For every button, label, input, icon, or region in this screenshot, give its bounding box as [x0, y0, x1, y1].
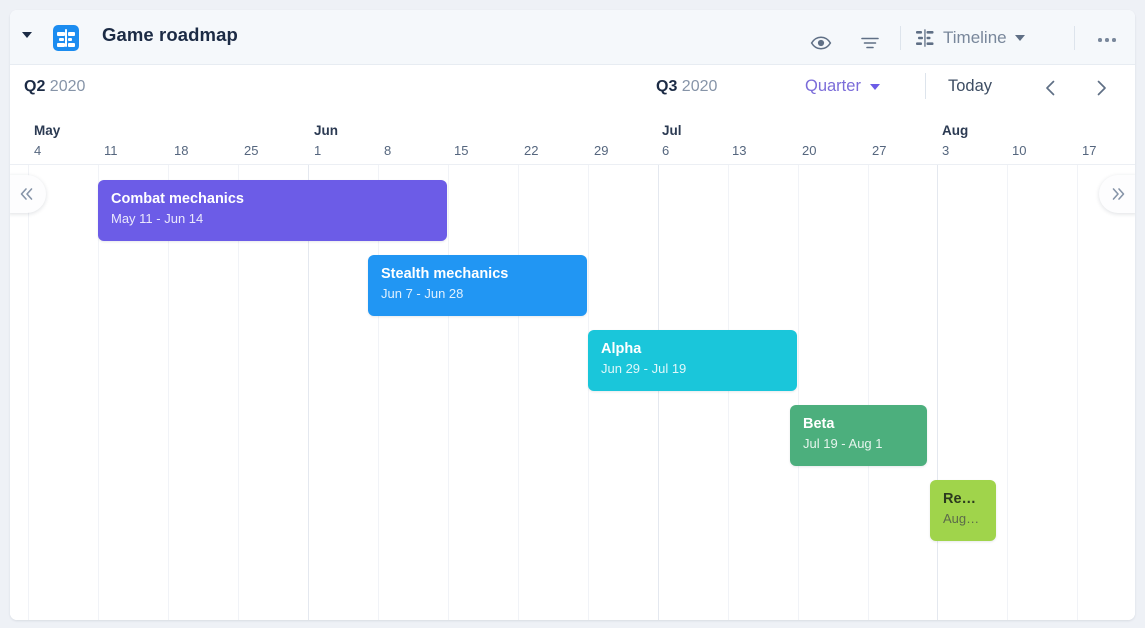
q3-quarter-text: Q3 — [656, 78, 678, 95]
next-period-button[interactable] — [1090, 77, 1112, 99]
timeline-app-logo-icon[interactable] — [53, 25, 79, 51]
week-gridline — [1077, 165, 1078, 620]
scale-day-label: 1 — [314, 143, 322, 158]
scale-day-label: 4 — [34, 143, 42, 158]
gantt-task-bar[interactable]: Stealth mechanics Jun 7 - Jun 28 — [368, 255, 587, 316]
zoom-level-chevron-down-icon — [869, 83, 880, 90]
week-gridline — [28, 165, 29, 620]
gantt-task-title: Combat mechanics — [111, 191, 244, 207]
gantt-task-dates: May 11 - Jun 14 — [111, 211, 204, 226]
scroll-left-button[interactable] — [10, 175, 46, 213]
quarter-label-q2: Q2 2020 — [24, 78, 85, 96]
scale-day-label: 18 — [174, 143, 189, 158]
gantt-task-title: Alpha — [601, 341, 642, 357]
q3-year-text: 2020 — [681, 78, 718, 95]
gantt-task-bar[interactable]: Re… Aug… — [930, 480, 996, 541]
gantt-task-bar[interactable]: Beta Jul 19 - Aug 1 — [790, 405, 927, 466]
scale-day-label: 27 — [872, 143, 887, 158]
quarter-label-q3: Q3 2020 — [656, 78, 717, 96]
week-gridline — [448, 165, 449, 620]
timeline-controls-row: Q2 2020 Q3 2020 Quarter Today — [10, 65, 1135, 111]
view-switcher-button[interactable]: Timeline — [915, 25, 1025, 51]
view-switcher-chevron-down-icon — [1014, 35, 1025, 41]
gantt-task-bar[interactable]: Combat mechanics May 11 - Jun 14 — [98, 180, 447, 241]
week-gridline — [588, 165, 589, 620]
week-gridline — [798, 165, 799, 620]
gantt-task-dates: Aug… — [943, 511, 980, 526]
gantt-task-bar[interactable]: Alpha Jun 29 - Jul 19 — [588, 330, 797, 391]
scale-day-label: 13 — [732, 143, 747, 158]
app-header: Game roadmap Timeline — [10, 10, 1135, 65]
date-scale: May Jun Jul Aug 4 11 18 25 1 8 15 22 29 6 13 20 27 3 10 17 — [10, 111, 1135, 165]
week-gridline — [868, 165, 869, 620]
scale-month-label: Aug — [942, 123, 969, 138]
gantt-task-dates: Jul 19 - Aug 1 — [803, 436, 883, 451]
gantt-task-dates: Jun 7 - Jun 28 — [381, 286, 464, 301]
scale-day-label: 3 — [942, 143, 950, 158]
gantt-task-dates: Jun 29 - Jul 19 — [601, 361, 687, 376]
view-switcher-label: Timeline — [943, 28, 1007, 47]
week-gridline — [518, 165, 519, 620]
scale-day-label: 15 — [454, 143, 469, 158]
gantt-task-title: Stealth mechanics — [381, 266, 509, 282]
scale-day-label: 6 — [662, 143, 670, 158]
zoom-level-label: Quarter — [805, 77, 861, 95]
month-gridline — [658, 165, 659, 620]
scale-day-label: 8 — [384, 143, 392, 158]
filter-icon[interactable] — [859, 35, 881, 51]
week-gridline — [1007, 165, 1008, 620]
scroll-right-button[interactable] — [1099, 175, 1135, 213]
controls-divider — [925, 73, 926, 99]
timeline-view-icon — [916, 29, 934, 47]
collapse-chevron-icon[interactable] — [22, 32, 32, 38]
month-gridline — [937, 165, 938, 620]
page-title[interactable]: Game roadmap — [102, 24, 238, 46]
timeline-canvas[interactable]: Combat mechanics May 11 - Jun 14 Stealth m… — [10, 165, 1135, 620]
zoom-level-select[interactable]: Quarter — [805, 77, 880, 96]
scale-day-label: 17 — [1082, 143, 1097, 158]
scale-month-label: Jul — [662, 123, 682, 138]
header-divider — [900, 26, 901, 50]
week-gridline — [728, 165, 729, 620]
header-divider-2 — [1074, 26, 1075, 50]
scale-day-label: 11 — [104, 143, 118, 158]
scale-day-label: 29 — [594, 143, 609, 158]
today-button[interactable]: Today — [948, 77, 992, 96]
q2-year-text: 2020 — [49, 78, 86, 95]
gantt-task-title: Re… — [943, 491, 977, 507]
more-options-icon[interactable] — [1098, 38, 1116, 42]
scale-month-label: Jun — [314, 123, 339, 138]
previous-period-button[interactable] — [1040, 77, 1062, 99]
scale-day-label: 22 — [524, 143, 539, 158]
scale-day-label: 20 — [802, 143, 817, 158]
q2-quarter-text: Q2 — [24, 78, 46, 95]
scale-day-label: 10 — [1012, 143, 1027, 158]
scale-day-label: 25 — [244, 143, 259, 158]
timeline-app-window: Game roadmap Timeline Q2 2020 Q3 2020 Qu… — [10, 10, 1135, 620]
scale-month-label: May — [34, 123, 61, 138]
gantt-task-title: Beta — [803, 416, 835, 432]
eye-icon[interactable] — [810, 35, 832, 51]
